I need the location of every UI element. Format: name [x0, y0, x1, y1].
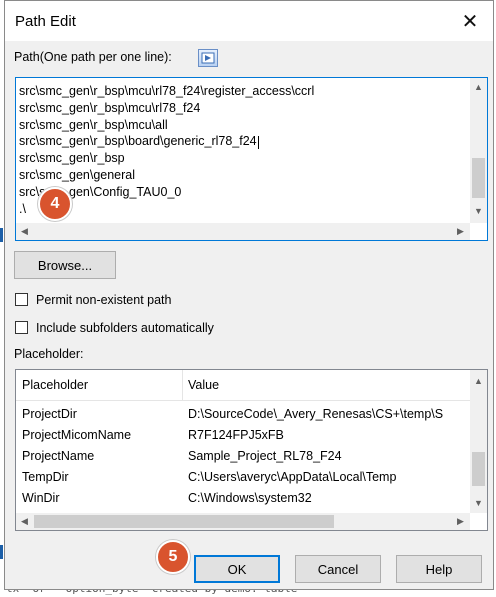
placeholder-horizontal-scrollbar[interactable]: ◀ ▶: [16, 513, 470, 530]
insert-placeholder-button[interactable]: [198, 49, 218, 67]
scroll-right-icon[interactable]: ▶: [452, 223, 469, 240]
placeholder-name: ProjectDir: [22, 407, 77, 421]
placeholder-name: ProjectMicomName: [22, 428, 132, 442]
permit-nonexistent-label: Permit non-existent path: [36, 293, 172, 307]
path-line: src\smc_gen\general: [19, 167, 136, 182]
scroll-left-icon[interactable]: ◀: [16, 223, 33, 240]
placeholder-value: C:\Users\averyc\AppData\Local\Temp: [188, 470, 397, 484]
dialog-title: Path Edit: [15, 13, 76, 30]
placeholder-value: R7F124FPJ5xFB: [188, 428, 284, 442]
path-horizontal-scrollbar[interactable]: ◀ ▶: [16, 223, 470, 240]
path-line: src\smc_gen\r_bsp\mcu\all: [19, 117, 168, 132]
close-icon: ✕: [461, 10, 479, 33]
help-button[interactable]: Help: [396, 555, 482, 583]
path-line: src\smc_gen\Config_TAU0_0: [19, 184, 182, 199]
path-line: .\: [19, 201, 26, 216]
placeholder-label: Placeholder:: [14, 347, 84, 361]
include-subfolders-label: Include subfolders automatically: [36, 321, 214, 335]
placeholder-list-header: Placeholder Value: [16, 370, 487, 401]
placeholder-insert-icon: [201, 52, 215, 64]
placeholder-name: TempDir: [22, 470, 69, 484]
cancel-button[interactable]: Cancel: [295, 555, 381, 583]
background-marker: [0, 228, 3, 242]
close-button[interactable]: ✕: [447, 1, 493, 41]
background-marker: [0, 545, 3, 559]
placeholder-value: Sample_Project_RL78_F24: [188, 449, 342, 463]
scroll-down-icon[interactable]: ▼: [470, 494, 487, 511]
path-textarea[interactable]: src\smc_gen\r_bsp\mcu\rl78_f24\register_…: [15, 77, 488, 241]
table-row[interactable]: ProjectMicomName R7F124FPJ5xFB: [16, 425, 471, 446]
title-bar: Path Edit ✕: [5, 1, 493, 41]
step-5-badge: 5: [156, 540, 190, 574]
scroll-left-icon[interactable]: ◀: [16, 513, 33, 530]
placeholder-name: ProjectName: [22, 449, 95, 463]
placeholder-vertical-scrollbar[interactable]: ▲ ▼: [470, 370, 487, 513]
table-row[interactable]: ProjectName Sample_Project_RL78_F24: [16, 446, 471, 467]
placeholder-horizontal-thumb[interactable]: [34, 515, 334, 528]
column-header-placeholder[interactable]: Placeholder: [22, 370, 88, 401]
include-subfolders-checkbox[interactable]: [15, 321, 28, 334]
path-line-text: src\smc_gen\r_bsp\board\generic_rl78_f24: [19, 134, 257, 149]
scroll-up-icon[interactable]: ▲: [470, 78, 487, 95]
step-4-badge: 4: [38, 187, 72, 221]
path-vertical-scrollbar[interactable]: ▲ ▼: [470, 78, 487, 223]
text-caret: [257, 135, 259, 149]
scroll-right-icon[interactable]: ▶: [452, 513, 469, 530]
placeholder-name: WinDir: [22, 491, 60, 505]
table-row[interactable]: ProjectDir D:\SourceCode\_Avery_Renesas\…: [16, 404, 471, 425]
placeholder-vertical-thumb[interactable]: [472, 452, 485, 486]
permit-nonexistent-checkbox[interactable]: [15, 293, 28, 306]
path-line: src\smc_gen\r_bsp\mcu\rl78_f24: [19, 100, 201, 115]
table-row[interactable]: WinDir C:\Windows\system32: [16, 488, 471, 509]
path-lines: src\smc_gen\r_bsp\mcu\rl78_f24\register_…: [19, 83, 463, 221]
path-vertical-thumb[interactable]: [472, 158, 485, 198]
path-line: src\smc_gen\r_bsp\board\generic_rl78_f24: [19, 133, 463, 150]
scroll-up-icon[interactable]: ▲: [470, 372, 487, 389]
placeholder-list[interactable]: Placeholder Value ProjectDir D:\SourceCo…: [15, 369, 488, 531]
table-row[interactable]: TempDir C:\Users\averyc\AppData\Local\Te…: [16, 467, 471, 488]
browse-button[interactable]: Browse...: [14, 251, 116, 279]
path-label: Path(One path per one line):: [14, 50, 172, 64]
ok-button[interactable]: OK: [194, 555, 280, 583]
scroll-down-icon[interactable]: ▼: [470, 202, 487, 219]
placeholder-value: C:\Windows\system32: [188, 491, 312, 505]
placeholder-value: D:\SourceCode\_Avery_Renesas\CS+\temp\S: [188, 407, 444, 421]
path-edit-dialog: Path Edit ✕ Path(One path per one line):…: [4, 0, 494, 590]
column-divider[interactable]: [182, 370, 183, 401]
path-line: src\smc_gen\r_bsp\mcu\rl78_f24\register_…: [19, 84, 315, 98]
path-line: src\smc_gen\r_bsp: [19, 151, 125, 166]
column-header-value[interactable]: Value: [188, 370, 219, 401]
